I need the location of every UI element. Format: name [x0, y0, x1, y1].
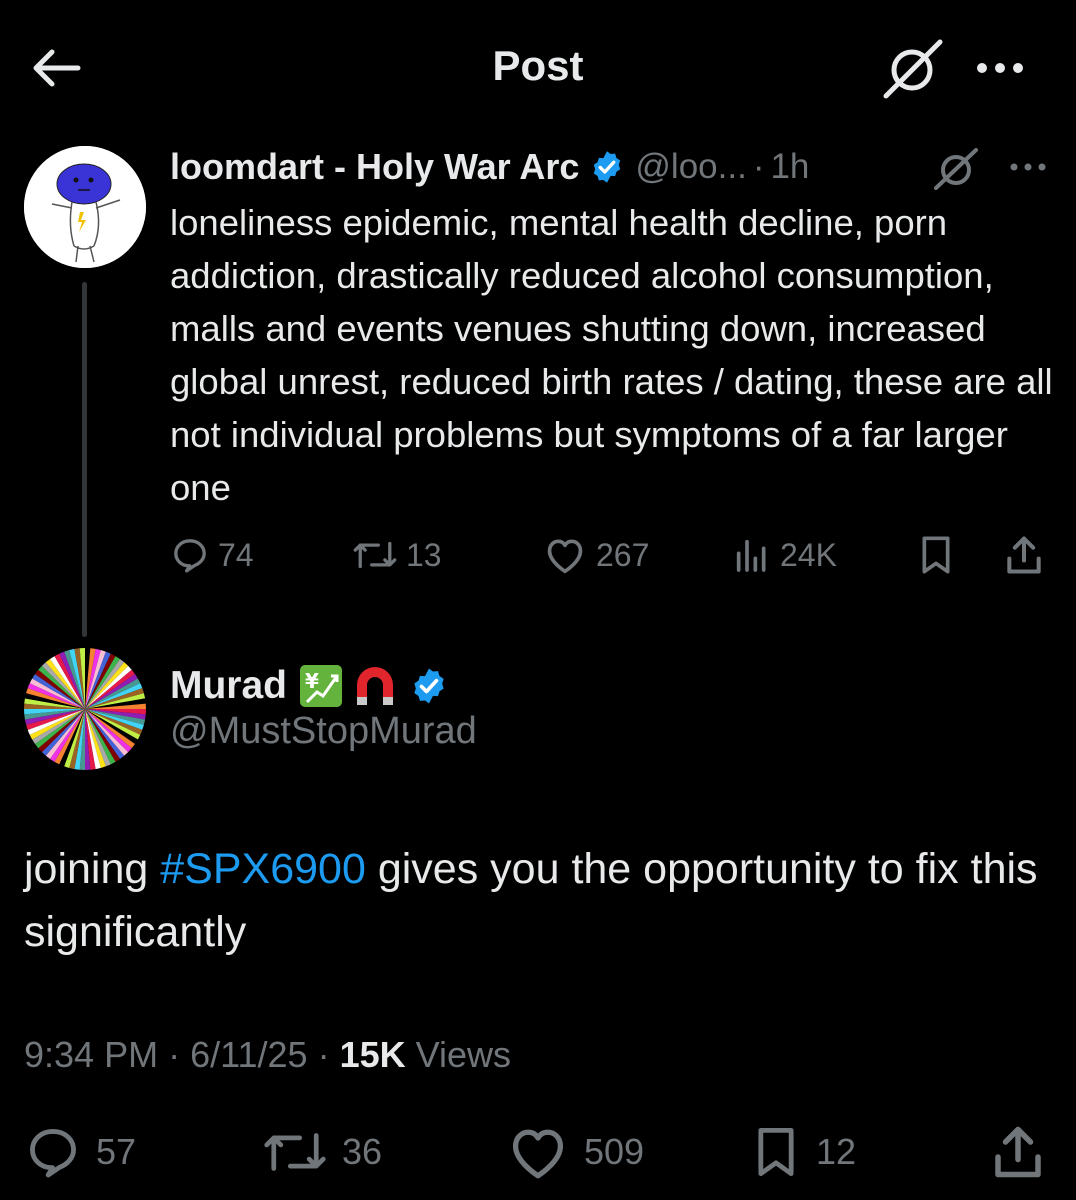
separator: · — [168, 1034, 181, 1075]
bookmark-count: 12 — [816, 1131, 857, 1172]
magnet-emoji — [351, 663, 399, 709]
timestamp[interactable]: 1h — [770, 147, 809, 187]
bookmark-button[interactable] — [916, 530, 956, 580]
display-name[interactable]: loomdart - Holy War Arc — [170, 146, 579, 188]
reply-count: 57 — [96, 1131, 137, 1172]
share-button[interactable] — [1002, 530, 1046, 580]
repost-button[interactable]: 13 — [352, 530, 442, 580]
hashtag-link[interactable]: #SPX6900 — [160, 845, 366, 893]
avatar[interactable] — [24, 146, 146, 268]
repost-icon — [264, 1133, 326, 1171]
like-button[interactable]: 509 — [506, 1120, 644, 1184]
views-button[interactable]: 24K — [732, 530, 837, 580]
reply-icon — [174, 539, 206, 573]
share-button[interactable] — [988, 1120, 1048, 1184]
svg-text:¥: ¥ — [305, 669, 319, 693]
reply-button[interactable]: 57 — [24, 1120, 136, 1184]
reply-button[interactable]: 74 — [170, 530, 254, 580]
views-label: Views — [415, 1034, 512, 1075]
repost-button[interactable]: 36 — [262, 1120, 382, 1184]
heart-icon — [547, 539, 583, 574]
repost-count: 36 — [342, 1131, 383, 1172]
tweet-text: loneliness epidemic, mental health decli… — [170, 202, 1053, 508]
chart-yen-emoji: ¥ — [299, 664, 343, 708]
like-count: 267 — [596, 536, 650, 573]
tweet-text-before: joining — [24, 845, 161, 893]
main-tweet-header: Murad ¥ — [170, 660, 449, 712]
heart-icon — [512, 1129, 564, 1179]
like-count: 509 — [584, 1131, 645, 1172]
share-icon — [995, 1126, 1041, 1178]
tweet-text: joining #SPX6900 gives you the opportuni… — [24, 838, 1054, 964]
thread-connector-line — [82, 282, 87, 637]
more-options-icon[interactable] — [1006, 156, 1050, 178]
display-name[interactable]: Murad — [170, 664, 287, 708]
tweet-metadata: 9:34 PM · 6/11/25 · 15K Views — [24, 1034, 511, 1076]
handle[interactable]: @MustStopMurad — [170, 710, 477, 753]
views-count[interactable]: 15K — [340, 1034, 406, 1075]
handle[interactable]: @loo... — [635, 147, 746, 187]
parent-tweet-header: loomdart - Holy War Arc @loo... · 1h — [170, 142, 930, 192]
share-icon — [1007, 536, 1041, 574]
more-options-icon[interactable] — [970, 50, 1030, 86]
verified-badge-icon — [409, 666, 449, 706]
repost-icon — [353, 541, 397, 569]
separator: · — [317, 1034, 330, 1075]
view-count: 24K — [780, 536, 837, 573]
views-icon — [736, 539, 766, 572]
post-time: 9:34 PM — [24, 1034, 159, 1075]
grok-icon[interactable] — [880, 38, 946, 100]
verified-badge-icon — [589, 149, 625, 185]
bookmark-icon — [922, 536, 950, 574]
like-button[interactable]: 267 — [542, 530, 649, 580]
bookmark-button[interactable]: 12 — [750, 1120, 856, 1184]
grok-icon[interactable] — [930, 148, 982, 190]
reply-count: 74 — [218, 536, 254, 573]
bookmark-icon — [758, 1127, 794, 1177]
avatar[interactable] — [24, 648, 146, 770]
repost-count: 13 — [406, 536, 442, 573]
reply-icon — [30, 1129, 76, 1178]
post-date: 6/11/25 — [190, 1034, 308, 1075]
separator: · — [752, 147, 765, 186]
